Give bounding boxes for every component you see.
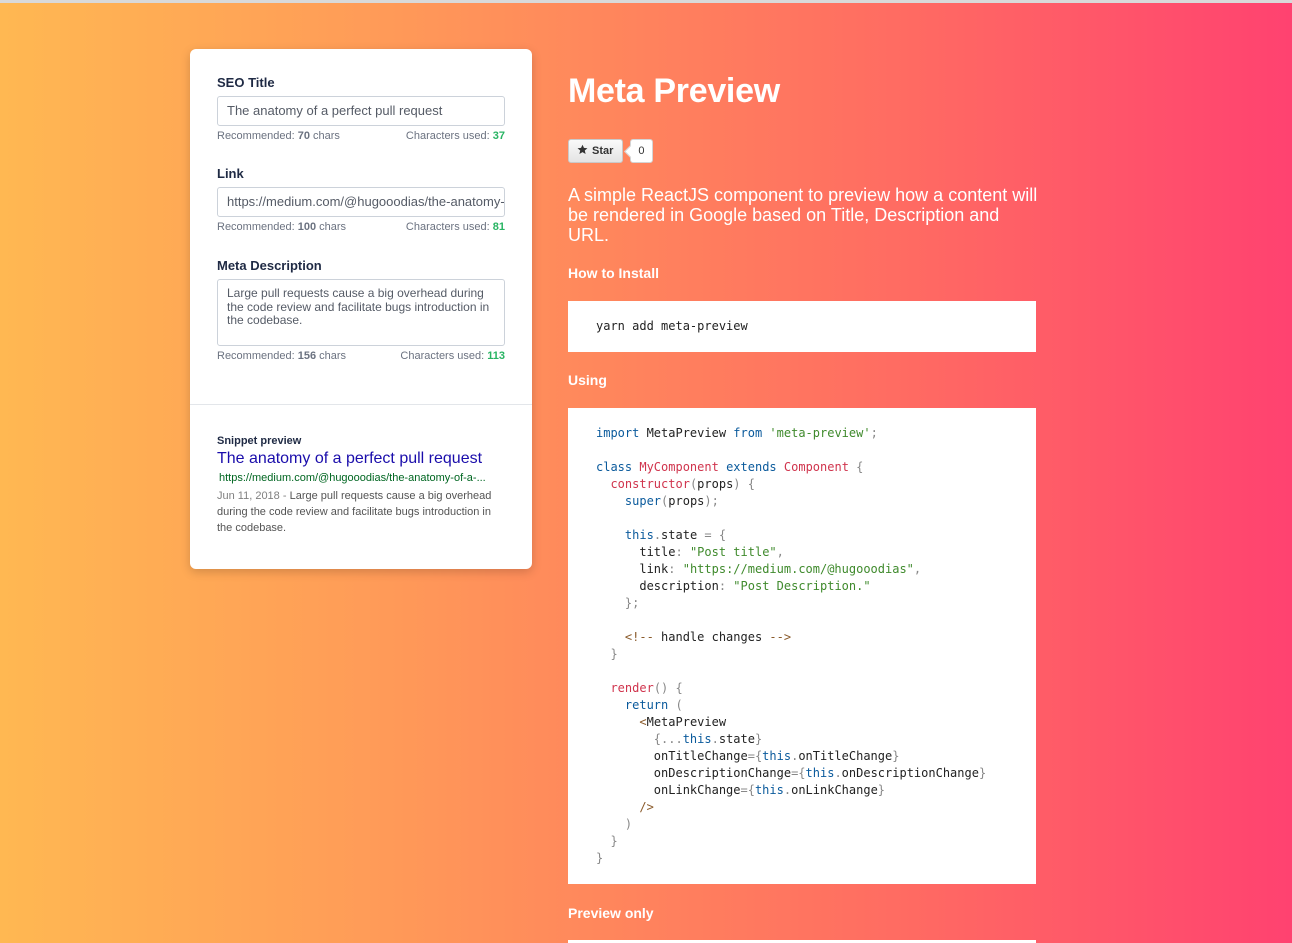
meta-description-textarea[interactable]: Large pull requests cause a big overhead… bbox=[217, 279, 505, 346]
code-line: }; bbox=[624, 596, 640, 610]
code-line: link: "https://medium.com/@hugooodias", bbox=[596, 562, 922, 576]
install-code-block: yarn add meta-preview bbox=[568, 301, 1036, 352]
code-line: title: "Post title", bbox=[596, 545, 784, 559]
editor-card: SEO Title The anatomy of a perfect pull … bbox=[190, 49, 532, 569]
code-line: /> bbox=[639, 800, 654, 814]
snippet-preview-label: Snippet preview bbox=[217, 435, 302, 447]
code-line: } bbox=[596, 851, 604, 865]
code-line: onLinkChange={this.onLinkChange} bbox=[596, 783, 886, 797]
snippet-title[interactable]: The anatomy of a perfect pull request bbox=[217, 450, 507, 468]
snippet-date: Jun 11, 2018 - bbox=[217, 490, 290, 502]
code-line: description: "Post Description." bbox=[596, 579, 871, 593]
code-line: return ( bbox=[624, 698, 683, 712]
install-command: yarn add meta-preview bbox=[596, 319, 748, 333]
code-line: onDescriptionChange={this.onDescriptionC… bbox=[596, 766, 987, 780]
star-count[interactable]: 0 bbox=[630, 139, 653, 163]
link-recommended: Recommended: 100 chars bbox=[217, 221, 347, 233]
link-field: Link https://medium.com/@hugooodias/the-… bbox=[217, 166, 505, 233]
seo-title-input[interactable]: The anatomy of a perfect pull request bbox=[217, 96, 505, 126]
code-line: onTitleChange={this.onTitleChange} bbox=[596, 749, 900, 763]
code-line: <!-- handle changes --> bbox=[624, 630, 792, 644]
link-used: Characters used: 81 bbox=[405, 221, 505, 233]
card-divider bbox=[190, 404, 532, 405]
meta-description-recommended: Recommended: 156 chars bbox=[217, 350, 347, 362]
code-line: render() { bbox=[610, 681, 683, 695]
code-line: <MetaPreview bbox=[639, 715, 727, 729]
seo-title-counter: Recommended: 70 chars Characters used: 3… bbox=[217, 130, 505, 142]
seo-title-field: SEO Title The anatomy of a perfect pull … bbox=[217, 75, 505, 142]
link-input[interactable]: https://medium.com/@hugooodias/the-anato… bbox=[217, 187, 505, 217]
github-star-widget: Star 0 bbox=[568, 139, 653, 163]
star-label: Star bbox=[592, 145, 614, 157]
link-counter: Recommended: 100 chars Characters used: … bbox=[217, 221, 505, 233]
seo-title-used: Characters used: 37 bbox=[405, 130, 505, 142]
star-button[interactable]: Star bbox=[568, 139, 624, 163]
page-title: Meta Preview bbox=[568, 72, 780, 110]
meta-description-field: Meta Description Large pull requests cau… bbox=[217, 258, 505, 362]
snippet-description: Jun 11, 2018 - Large pull requests cause… bbox=[217, 488, 507, 536]
snippet-url: https://medium.com/@hugooodias/the-anato… bbox=[219, 472, 486, 484]
intro-text: A simple ReactJS component to preview ho… bbox=[568, 185, 1038, 245]
meta-description-counter: Recommended: 156 chars Characters used: … bbox=[217, 350, 505, 362]
code-line: constructor(props) { bbox=[610, 477, 755, 491]
seo-title-recommended: Recommended: 70 chars bbox=[217, 130, 340, 142]
code-line: } bbox=[610, 834, 618, 848]
code-line: import MetaPreview from 'meta-preview'; bbox=[596, 426, 878, 440]
code-line: ) bbox=[624, 817, 633, 831]
code-line: this.state = { bbox=[624, 528, 727, 542]
code-line: } bbox=[610, 647, 618, 661]
snippet-preview: Snippet preview The anatomy of a perfect… bbox=[217, 435, 507, 536]
usage-code-block: import MetaPreview from 'meta-preview'; … bbox=[568, 408, 1036, 884]
usage-code: import MetaPreview from 'meta-preview'; … bbox=[596, 425, 1008, 867]
preview-only-heading: Preview only bbox=[568, 905, 654, 921]
code-line: super(props); bbox=[624, 494, 719, 508]
seo-title-label: SEO Title bbox=[217, 75, 275, 90]
star-icon bbox=[577, 144, 588, 158]
code-line: class MyComponent extends Component { bbox=[596, 460, 864, 474]
top-border bbox=[0, 0, 1292, 3]
install-heading: How to Install bbox=[568, 265, 659, 281]
link-label: Link bbox=[217, 166, 244, 181]
using-heading: Using bbox=[568, 372, 607, 388]
code-line: {...this.state} bbox=[653, 732, 763, 746]
meta-description-label: Meta Description bbox=[217, 258, 322, 273]
meta-description-used: Characters used: 113 bbox=[400, 350, 505, 362]
